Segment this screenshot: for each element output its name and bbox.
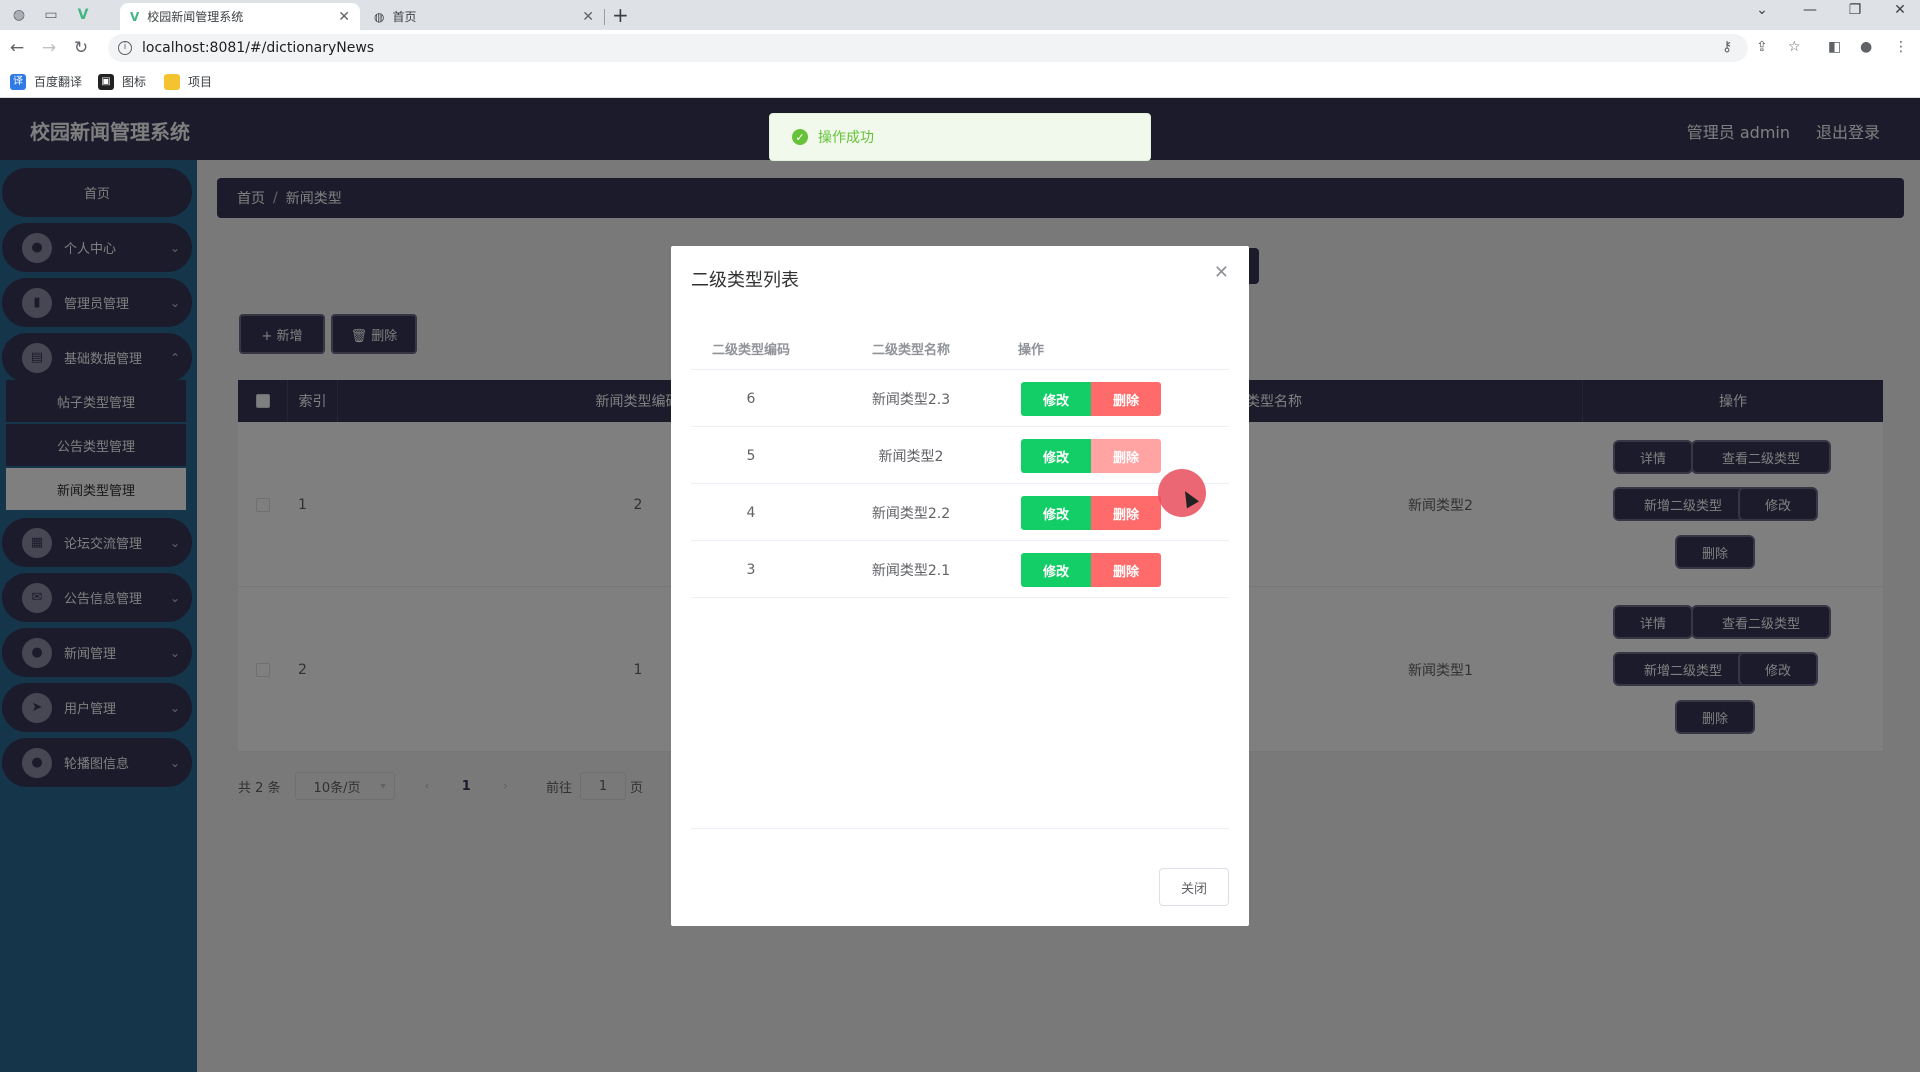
table-row: 4 新闻类型2.2 修改 删除 [691,484,1229,541]
globe-icon: ◍ [374,9,385,24]
close-icon[interactable]: ✕ [1214,262,1229,283]
subtype-code: 3 [746,561,756,578]
bookmark-label: 百度翻译 [34,75,83,89]
subtype-code: 4 [746,504,756,521]
bookmark-label: 图标 [122,75,147,89]
menu-icon[interactable]: ⋮ [1894,39,1908,55]
tab-home[interactable]: ◍ 首页 ✕ [364,3,604,30]
forward-icon[interactable]: → [38,37,60,59]
browser-tab-bar: ◍ ▭ V V 校园新闻管理系统 ✕ ◍ 首页 ✕ + ⌄ — ❐ ✕ [0,0,1920,30]
edit-button[interactable]: 修改 [1021,553,1091,587]
folder-icon [164,73,180,90]
key-icon[interactable]: ⚷ [1722,39,1732,55]
close-button[interactable]: 关闭 [1159,868,1229,906]
profile-icon[interactable]: ● [1860,39,1872,55]
table-row: 3 新闻类型2.1 修改 删除 [691,541,1229,598]
delete-button[interactable]: 删除 [1091,439,1161,473]
tab-label: 校园新闻管理系统 [147,10,244,24]
tab-separator [604,9,605,25]
image-icon: ▣ [98,73,114,90]
column-header: 二级类型名称 [871,342,950,358]
chevron-down-icon[interactable]: ⌄ [1747,2,1777,18]
success-toast: ✓ 操作成功 [769,113,1151,161]
dialog-title: 二级类型列表 [691,270,799,291]
subtype-code: 5 [746,447,756,464]
share-icon[interactable]: ⇪ [1756,39,1768,55]
edit-button[interactable]: 修改 [1021,496,1091,530]
table-row: 6 新闻类型2.3 修改 删除 [691,370,1229,427]
dialog-divider [691,828,1229,829]
delete-button[interactable]: 删除 [1091,553,1161,587]
delete-button[interactable]: 删除 [1091,496,1161,530]
sidepanel-icon[interactable]: ◧ [1828,39,1841,55]
bookmark-item[interactable]: 译 百度翻译 [10,73,82,90]
bookmark-label: 项目 [188,75,213,89]
info-icon[interactable]: i [118,41,132,55]
globe-icon[interactable]: ◍ [8,4,30,26]
subtype-code: 6 [746,390,756,407]
subtype-table-header: 二级类型编码 二级类型名称 操作 [691,326,1229,370]
close-icon[interactable]: ✕ [582,9,594,25]
bookmark-item[interactable]: ▣ 图标 [98,73,146,90]
column-header: 二级类型编码 [711,342,790,358]
check-circle-icon: ✓ [792,129,808,145]
star-icon[interactable]: ☆ [1788,39,1801,55]
edit-button[interactable]: 修改 [1021,382,1091,416]
subtype-name: 新闻类型2 [878,448,944,465]
subtype-dialog: 二级类型列表 ✕ 二级类型编码 二级类型名称 操作 6 新闻类型2.3 修改 删… [671,246,1249,926]
delete-button[interactable]: 删除 [1091,382,1161,416]
subtype-name: 新闻类型2.1 [871,562,951,579]
address-bar: ← → ↻ i localhost:8081/#/dictionaryNews … [0,30,1920,66]
subtype-name: 新闻类型2.3 [871,391,951,408]
url-text: localhost:8081/#/dictionaryNews [142,40,375,56]
vue-icon[interactable]: V [72,4,94,26]
restore-icon[interactable]: ❐ [1840,2,1870,18]
reload-icon[interactable]: ↻ [70,37,92,59]
close-icon[interactable]: ✕ [338,9,350,25]
bookmark-item[interactable]: 项目 [164,73,212,90]
window-close-icon[interactable]: ✕ [1885,2,1915,18]
table-row: 5 新闻类型2 修改 删除 [691,427,1229,484]
new-tab-icon[interactable]: + [612,3,629,27]
tab-label: 首页 [392,10,417,24]
column-header: 操作 [1017,342,1044,358]
minimize-icon[interactable]: — [1795,2,1825,18]
back-icon[interactable]: ← [6,37,28,59]
url-field[interactable]: i localhost:8081/#/dictionaryNews [108,34,1748,62]
toast-message: 操作成功 [818,130,874,146]
vue-icon: V [130,9,140,24]
subtype-name: 新闻类型2.2 [871,505,951,522]
bookmarks-bar: 译 百度翻译 ▣ 图标 项目 [0,66,1920,98]
translate-icon: 译 [10,73,26,90]
blank-tab-icon[interactable]: ▭ [40,4,62,26]
edit-button[interactable]: 修改 [1021,439,1091,473]
tab-active[interactable]: V 校园新闻管理系统 ✕ [120,3,360,30]
